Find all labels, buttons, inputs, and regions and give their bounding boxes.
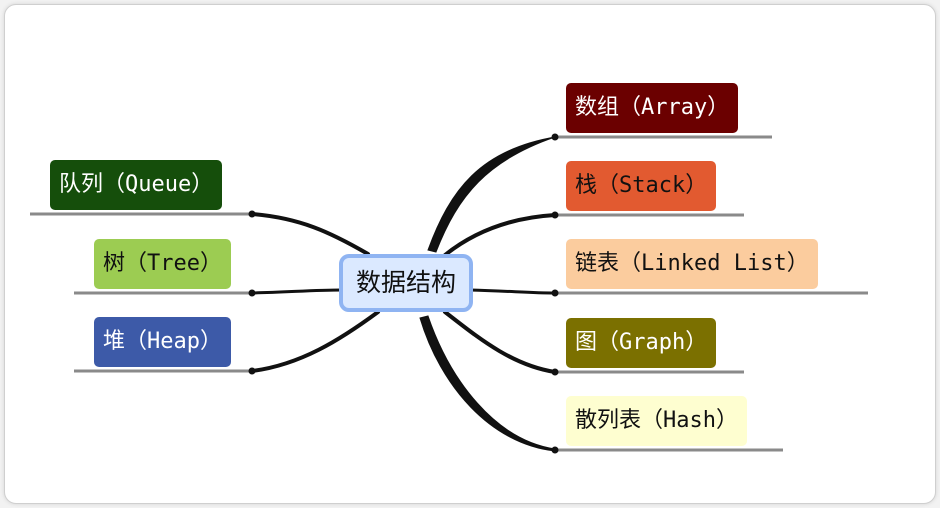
connector-linked-list (468, 288, 557, 295)
topic-linked-list[interactable]: 链表（Linked List） (566, 239, 818, 289)
topic-tree[interactable]: 树（Tree） (94, 239, 231, 289)
junction-dot (551, 133, 559, 141)
connector-stack (443, 213, 557, 257)
connector-queue (250, 212, 370, 256)
junction-dot (551, 211, 559, 219)
connector-tree (250, 288, 344, 295)
connector-array (427, 136, 556, 253)
topic-hash[interactable]: 散列表（Hash） (566, 396, 747, 446)
topic-stack[interactable]: 栈（Stack） (566, 161, 717, 211)
junction-dot (551, 289, 559, 297)
junction-dot (248, 210, 256, 218)
topic-queue[interactable]: 队列（Queue） (50, 160, 223, 210)
connector-graph (443, 310, 557, 374)
topic-heap[interactable]: 堆（Heap） (94, 317, 231, 367)
topic-graph[interactable]: 图（Graph） (566, 318, 717, 368)
junction-dot (248, 367, 256, 375)
connector-heap (250, 310, 380, 373)
topic-array[interactable]: 数组（Array） (566, 83, 739, 133)
junction-dot (248, 289, 256, 297)
central-topic[interactable]: 数据结构 (339, 254, 473, 312)
connector-hash (419, 315, 556, 452)
junction-dot (551, 368, 559, 376)
junction-dot (551, 446, 559, 454)
